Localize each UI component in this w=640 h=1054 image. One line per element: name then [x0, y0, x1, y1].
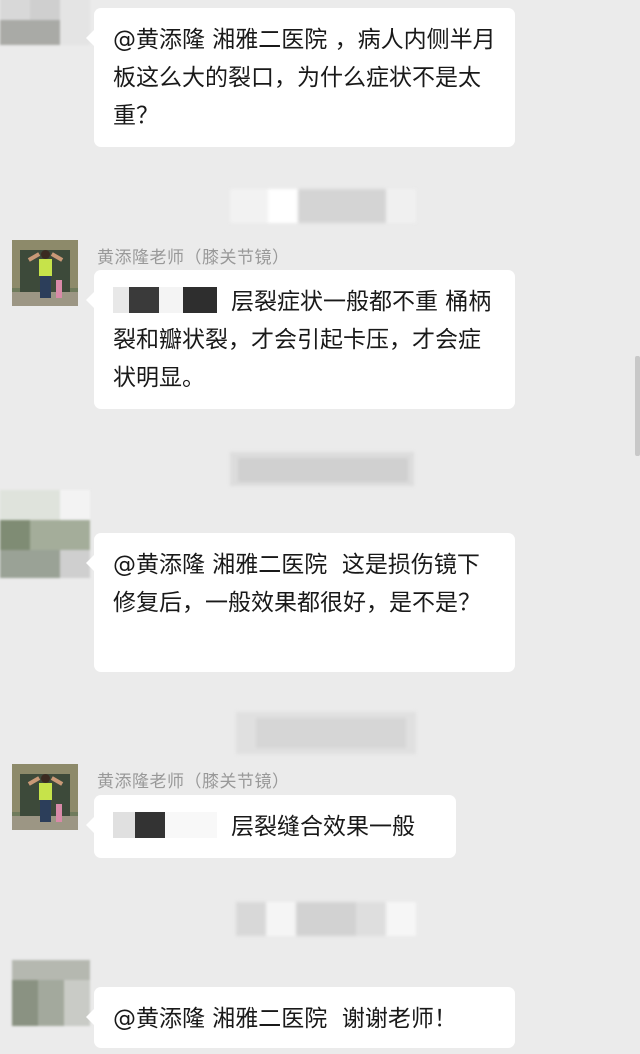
message-text: @黄添隆 湘雅二医院 这是损伤镜下修复后，一般效果都很好，是不是？ — [113, 552, 481, 616]
message-body: 层裂缝合效果一般 — [231, 814, 415, 840]
avatar[interactable] — [12, 240, 78, 306]
sender-name: 黄添隆老师（膝关节镜） — [97, 248, 290, 268]
message-bubble[interactable]: 层裂缝合效果一般 — [86, 795, 456, 858]
avatar[interactable] — [12, 764, 78, 830]
avatar[interactable] — [12, 960, 90, 1026]
message-text: @黄添隆 湘雅二医院 谢谢老师！ — [113, 1006, 457, 1032]
avatar[interactable] — [0, 490, 90, 578]
message-bubble[interactable]: @黄添隆 湘雅二医院 这是损伤镜下修复后，一般效果都很好，是不是？ — [86, 533, 515, 672]
system-message-redacted — [230, 189, 416, 223]
system-message-redacted — [230, 452, 414, 486]
system-message-redacted — [236, 902, 416, 936]
message-bubble[interactable]: @黄添隆 湘雅二医院 ，病人内侧半月板这么大的裂口，为什么症状不是太重？ — [86, 8, 515, 147]
message-text: @黄添隆 湘雅二医院 ，病人内侧半月板这么大的裂口，为什么症状不是太重？ — [113, 27, 496, 129]
chat-history: @黄添隆 湘雅二医院 ，病人内侧半月板这么大的裂口，为什么症状不是太重？ 黄添隆… — [0, 0, 640, 1054]
redacted-mention — [113, 287, 217, 313]
message-bubble[interactable]: 层裂症状一般都不重 桶柄裂和瓣状裂，才会引起卡压，才会症状明显。 — [86, 270, 515, 409]
system-message-redacted — [236, 712, 416, 754]
message-text: 层裂缝合效果一般 — [113, 808, 438, 846]
avatar[interactable] — [0, 0, 90, 45]
scrollbar-thumb[interactable] — [635, 356, 640, 456]
message-text: 层裂症状一般都不重 桶柄裂和瓣状裂，才会引起卡压，才会症状明显。 — [113, 283, 497, 397]
sender-name: 黄添隆老师（膝关节镜） — [97, 772, 290, 792]
redacted-mention — [113, 812, 217, 838]
message-bubble[interactable]: @黄添隆 湘雅二医院 谢谢老师！ — [86, 987, 515, 1048]
